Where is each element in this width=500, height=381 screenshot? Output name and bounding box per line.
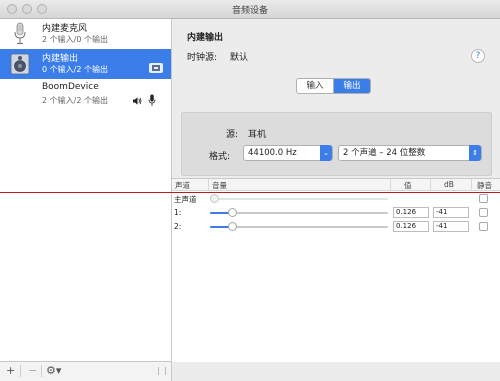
volume-slider-thumb[interactable] <box>228 222 237 231</box>
table-row-channel-1: 1: 0.126 -41 <box>172 205 500 219</box>
sample-rate-select[interactable]: 44100.0 Hz ⌄ <box>243 145 333 161</box>
tab-input[interactable]: 输入 <box>297 79 334 93</box>
system-output-badge-icon <box>149 63 163 73</box>
volume-slider <box>210 194 388 203</box>
mute-checkbox[interactable] <box>479 194 488 203</box>
add-device-button[interactable]: + <box>6 364 15 377</box>
channel-volume-table: 声道 音量 值 dB 静音 主声道 1: 0.126 -41 2: 0.126 … <box>172 178 500 362</box>
sidebar-toolbar: + − ⚙▾ <box>0 361 172 381</box>
volume-slider[interactable] <box>210 208 388 217</box>
device-item-boomdevice[interactable]: BoomDevice 2 个输入/2 个输出 <box>0 80 171 110</box>
default-output-speaker-icon <box>133 97 142 105</box>
volume-value-field[interactable]: 0.126 <box>393 207 429 218</box>
help-button[interactable]: ? <box>471 49 485 63</box>
table-row-master: 主声道 <box>172 191 500 205</box>
remove-device-button[interactable]: − <box>28 364 37 377</box>
sample-rate-value: 44100.0 Hz <box>248 148 297 158</box>
annotation-divider-line <box>0 192 500 193</box>
window-title: 音频设备 <box>231 6 268 16</box>
mute-checkbox[interactable] <box>479 222 488 231</box>
format-label: 格式: <box>209 152 231 162</box>
device-title: 内建输出 <box>187 33 224 43</box>
channel-label: 主声道 <box>174 195 197 204</box>
device-name: 内建输出 <box>42 54 79 64</box>
device-io-summary: 0 个输入/2 个输出 <box>42 65 108 74</box>
column-divider <box>390 179 391 190</box>
column-header-volume: 音量 <box>212 181 227 190</box>
source-label: 源: <box>226 130 239 140</box>
speaker-icon <box>10 53 30 75</box>
chevron-down-icon: ⌄ <box>320 145 332 161</box>
source-value: 耳机 <box>248 130 267 140</box>
device-name: 内建麦克风 <box>42 24 88 34</box>
volume-slider-thumb[interactable] <box>228 208 237 217</box>
mute-checkbox[interactable] <box>479 208 488 217</box>
column-header-channel: 声道 <box>175 181 190 190</box>
clock-source-label: 时钟源: <box>187 53 218 63</box>
format-settings-box: 源: 耳机 格式: 44100.0 Hz ⌄ 2 个声道 – 24 位整数 ⇕ <box>181 112 492 176</box>
column-header-mute: 静音 <box>477 181 492 190</box>
device-io-summary: 2 个输入/2 个输出 <box>42 96 108 105</box>
table-header: 声道 音量 值 dB 静音 <box>172 179 500 191</box>
volume-value-field[interactable]: 0.126 <box>393 221 429 232</box>
column-divider <box>430 179 431 190</box>
column-divider <box>208 179 209 190</box>
volume-db-field[interactable]: -41 <box>433 221 469 232</box>
device-item-builtin-microphone[interactable]: 内建麦克风 2 个输入/0 个输出 <box>0 19 171 49</box>
microphone-icon <box>14 22 26 45</box>
clock-source-value[interactable]: 默认 <box>230 50 248 63</box>
device-io-summary: 2 个输入/0 个输出 <box>42 35 108 44</box>
title-bar: 音频设备 <box>0 0 500 19</box>
toolbar-divider <box>20 365 21 377</box>
device-name: BoomDevice <box>42 82 99 92</box>
device-list: 内建麦克风 2 个输入/0 个输出 内建输出 0 个输入/2 个输出 BoomD… <box>0 19 172 361</box>
default-input-microphone-icon <box>148 94 156 106</box>
device-item-builtin-output[interactable]: 内建输出 0 个输入/2 个输出 <box>0 49 171 79</box>
resize-handle[interactable] <box>158 367 166 375</box>
volume-slider[interactable] <box>210 222 388 231</box>
channel-format-select[interactable]: 2 个声道 – 24 位整数 ⇕ <box>338 145 482 161</box>
channel-label: 1: <box>174 208 182 217</box>
channel-format-value: 2 个声道 – 24 位整数 <box>343 148 426 158</box>
tab-output[interactable]: 输出 <box>334 79 370 93</box>
audio-devices-window: 音频设备 内建麦克风 2 个输入/0 个输出 内建输出 0 个输入/2 个输出 … <box>0 0 500 381</box>
volume-slider-thumb <box>210 194 219 203</box>
column-divider <box>471 179 472 190</box>
up-down-chevron-icon: ⇕ <box>469 145 481 161</box>
input-output-tabs: 输入 输出 <box>296 78 371 94</box>
channel-label: 2: <box>174 222 182 231</box>
toolbar-divider <box>41 365 42 377</box>
column-header-value: 值 <box>404 181 412 190</box>
column-header-db: dB <box>444 180 454 189</box>
gear-menu-button[interactable]: ⚙▾ <box>46 364 61 377</box>
table-row-channel-2: 2: 0.126 -41 <box>172 219 500 233</box>
volume-db-field[interactable]: -41 <box>433 207 469 218</box>
